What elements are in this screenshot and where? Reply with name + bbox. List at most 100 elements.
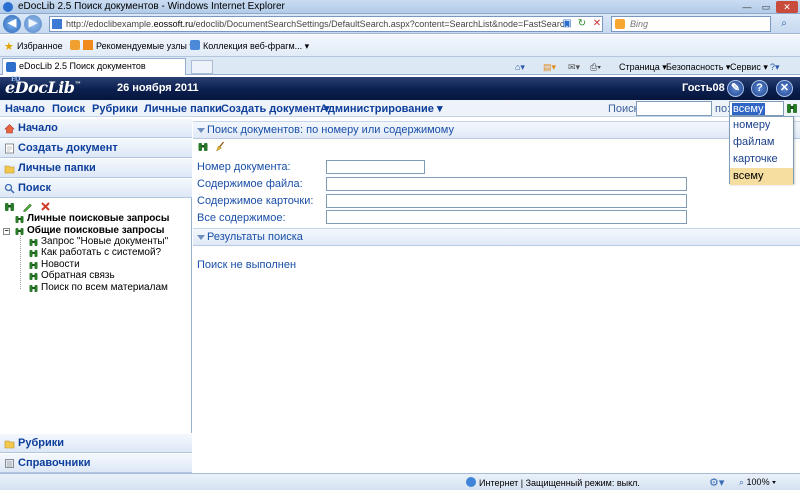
search-tree-toolbar — [0, 199, 192, 213]
tree-query-item[interactable]: Как работать с системой? — [0, 247, 192, 259]
sidebar-item-label: Личные папки — [18, 162, 96, 174]
menu-rubrics[interactable]: Рубрики — [92, 102, 138, 116]
sidebar-item-create-document[interactable]: Создать документ — [0, 138, 192, 158]
status-bar: Интернет | Защищенный режим: выкл. ⚙▾ ⌕ … — [0, 473, 800, 490]
favorites-bar: ★ Избранное Рекомендуемые узлы ▾ Коллекци… — [0, 35, 800, 57]
field-label-card-content: Содержимое карточки: — [197, 195, 314, 207]
fav-item-label: Рекомендуемые узлы ▾ — [96, 41, 194, 51]
compat-view-icon[interactable]: ▣ — [561, 17, 573, 31]
menu-personal-folders[interactable]: Личные папки — [144, 102, 222, 116]
quick-search-input[interactable] — [636, 101, 712, 116]
sidebar-item-rubrics[interactable]: Рубрики — [0, 433, 192, 453]
main-content: Поиск документов: по номеру или содержим… — [193, 118, 800, 473]
security-zone[interactable]: Интернет | Защищенный режим: выкл. — [466, 477, 640, 488]
service-menu[interactable]: Сервис ▾ — [730, 60, 768, 74]
browser-tab[interactable]: eDocLib 2.5 Поиск документов — [2, 58, 186, 75]
favorites-button[interactable]: ★ Избранное — [4, 39, 63, 53]
scope-label: по: — [715, 103, 731, 115]
url-field[interactable]: http://edoclibexample.eossoft.ru/edoclib… — [49, 16, 603, 32]
app-header: EO eDocLib™ 26 ноября 2011 Гость08 ✎ ? ✕ — [0, 76, 800, 100]
card-content-input[interactable] — [326, 194, 687, 208]
doc-number-input[interactable] — [326, 160, 425, 174]
stop-icon[interactable]: ✕ — [591, 17, 603, 31]
results-panel-header[interactable]: Результаты поиска — [193, 228, 800, 246]
back-button[interactable]: ◀ — [3, 15, 21, 33]
clear-broom-icon[interactable] — [214, 141, 226, 152]
zoom-value: 100% — [746, 477, 770, 487]
binoculars-icon — [15, 228, 24, 235]
bing-icon — [615, 19, 625, 29]
tree-query-item[interactable]: Поиск по всем материалам — [0, 282, 192, 294]
refresh-icon[interactable]: ↻ — [576, 17, 588, 31]
header-user: Гость08 — [682, 82, 725, 94]
url-domain: eossoft.ru — [153, 19, 194, 29]
scope-option-files[interactable]: файлам — [730, 134, 793, 151]
feeds-icon[interactable]: ▤▾ — [543, 60, 556, 74]
edoclib-logo[interactable]: EO eDocLib™ — [5, 76, 81, 97]
sidebar-item-home[interactable]: Начало — [0, 118, 192, 138]
menu-home[interactable]: Начало — [5, 102, 45, 116]
tab-bar: eDocLib 2.5 Поиск документов ⌂▾ ▤▾ ✉▾ ⎙▾… — [0, 57, 800, 75]
fav-item-label: Коллекция веб-фрагм... ▾ — [203, 41, 310, 51]
sidebar-item-label: Рубрики — [18, 437, 64, 449]
tree-node-label: Поиск по всем материалам — [41, 282, 168, 293]
binoculars-icon[interactable] — [786, 102, 798, 114]
field-label-all-content: Все содержимое: — [197, 212, 286, 224]
binoculars-icon[interactable] — [197, 141, 209, 152]
fav-item-gallery[interactable]: Коллекция веб-фрагм... ▾ — [190, 39, 309, 53]
home-icon[interactable]: ⌂▾ — [515, 60, 525, 74]
sidebar-item-references[interactable]: Справочники — [0, 453, 192, 473]
folder-icon — [4, 165, 15, 174]
collapse-triangle-icon[interactable] — [197, 235, 205, 240]
fav-item-recommended[interactable]: Рекомендуемые узлы ▾ — [70, 39, 194, 53]
maximize-button[interactable]: ▭ — [757, 1, 775, 13]
binoculars-icon — [29, 273, 38, 280]
print-icon[interactable]: ⎙▾ — [590, 60, 601, 74]
tree-node-label: Общие поисковые запросы — [27, 225, 165, 236]
logo-tm: ™ — [74, 79, 81, 89]
search-panel-header[interactable]: Поиск документов: по номеру или содержим… — [193, 121, 800, 139]
scope-option-card[interactable]: карточке — [730, 151, 793, 168]
tree-query-item[interactable]: Обратная связь — [0, 270, 192, 282]
tab-title: eDocLib 2.5 Поиск документов — [19, 61, 146, 71]
menu-search[interactable]: Поиск — [52, 102, 85, 116]
sidebar-item-search[interactable]: Поиск — [0, 178, 192, 198]
logout-icon[interactable]: ✕ — [776, 80, 793, 97]
help-icon[interactable]: ? — [751, 80, 768, 97]
search-panel-title: Поиск документов: по номеру или содержим… — [207, 124, 454, 136]
page-menu[interactable]: Страница ▾ — [619, 60, 667, 74]
delete-icon[interactable] — [40, 201, 51, 212]
window-title: eDocLib 2.5 Поиск документов - Windows I… — [18, 1, 285, 12]
file-content-input[interactable] — [326, 177, 687, 191]
collapse-triangle-icon[interactable] — [197, 128, 205, 133]
search-go-icon[interactable]: ⌕ — [776, 17, 792, 31]
mail-icon[interactable]: ✉▾ — [568, 60, 580, 74]
security-menu[interactable]: Безопасность ▾ — [666, 60, 730, 74]
binoculars-icon[interactable] — [4, 201, 15, 212]
binoculars-icon — [29, 285, 38, 292]
search-scope-select[interactable]: всему — [729, 101, 784, 116]
close-window-button[interactable]: ✕ — [776, 1, 798, 13]
sidebar-item-personal-folders[interactable]: Личные папки — [0, 158, 192, 178]
help-menu[interactable]: ?▾ — [770, 60, 780, 74]
web-search-input[interactable]: Bing — [611, 16, 771, 32]
menu-create-document[interactable]: Создать документ ▾ — [221, 102, 329, 116]
tree-personal-queries[interactable]: Личные поисковые запросы — [0, 213, 192, 225]
zoom-control[interactable]: ⌕ 100% ▾ — [739, 477, 776, 488]
forward-button[interactable]: ▶ — [24, 15, 42, 33]
minimize-button[interactable]: — — [738, 1, 756, 13]
search-icon — [4, 183, 15, 194]
protected-mode-icon[interactable]: ⚙▾ — [709, 476, 724, 489]
settings-wrench-icon[interactable]: ✎ — [727, 80, 744, 97]
collapse-toggle-icon[interactable]: − — [3, 228, 10, 235]
scope-option-number[interactable]: номеру — [730, 117, 793, 134]
window-titlebar: eDocLib 2.5 Поиск документов - Windows I… — [0, 0, 800, 14]
all-content-input[interactable] — [326, 210, 687, 224]
new-tab-button[interactable] — [191, 60, 213, 74]
menu-administration[interactable]: Администрирование ▾ — [320, 102, 443, 116]
site-icon — [83, 40, 93, 50]
scope-option-all[interactable]: всему — [730, 168, 793, 185]
sidebar-item-label: Создать документ — [18, 142, 118, 154]
url-suffix: /edoclib/DocumentSearchSettings/DefaultS… — [193, 19, 570, 29]
edit-pencil-icon[interactable] — [22, 201, 33, 212]
